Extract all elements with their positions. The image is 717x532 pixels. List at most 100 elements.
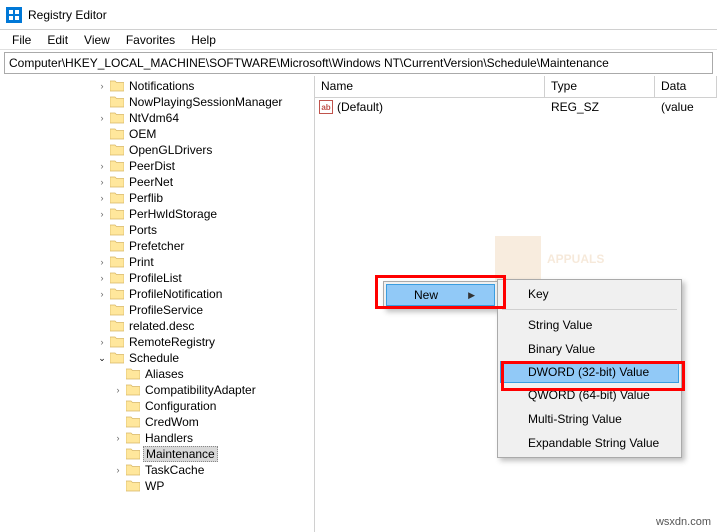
- submenu-binary[interactable]: Binary Value: [500, 337, 679, 361]
- submenu-multi[interactable]: Multi-String Value: [500, 407, 679, 431]
- tree-item-label: ProfileService: [127, 303, 205, 317]
- expander-icon[interactable]: ⌄: [96, 352, 108, 364]
- submenu-dword[interactable]: DWORD (32-bit) Value: [500, 361, 679, 383]
- submenu-key[interactable]: Key: [500, 282, 679, 306]
- tree-pane[interactable]: ›NotificationsNowPlayingSessionManager › N…: [0, 76, 315, 532]
- tree-item[interactable]: Aliases: [0, 366, 314, 382]
- tree-item[interactable]: ›Notifications: [0, 78, 314, 94]
- context-menu: New ▶ Key String Value Binary Value DWOR…: [383, 281, 498, 309]
- expander-icon: [96, 320, 108, 332]
- folder-icon: [110, 80, 124, 92]
- tree-item-label: NowPlayingSessionManager: [127, 95, 284, 109]
- tree-item[interactable]: CredWom: [0, 414, 314, 430]
- col-header-data[interactable]: Data: [655, 76, 717, 97]
- folder-icon: [110, 352, 124, 364]
- tree-item[interactable]: ⌄ Schedule: [0, 350, 314, 366]
- tree-item[interactable]: ›Handlers: [0, 430, 314, 446]
- submenu-qword[interactable]: QWORD (64-bit) Value: [500, 383, 679, 407]
- submenu-arrow-icon: ▶: [468, 290, 475, 301]
- expander-icon: [112, 480, 124, 492]
- expander-icon[interactable]: ›: [96, 176, 108, 188]
- tree-item-label: ProfileNotification: [127, 287, 224, 301]
- tree-item-label: CompatibilityAdapter: [143, 383, 258, 397]
- tree-item-label: Prefetcher: [127, 239, 186, 253]
- tree-item[interactable]: Ports: [0, 222, 314, 238]
- tree-item-label: NtVdm64: [127, 111, 181, 125]
- menu-help[interactable]: Help: [183, 31, 224, 49]
- submenu-expand[interactable]: Expandable String Value: [500, 431, 679, 455]
- expander-icon[interactable]: ›: [96, 80, 108, 92]
- menu-view[interactable]: View: [76, 31, 118, 49]
- tree-item-label: Schedule: [127, 351, 181, 365]
- values-pane[interactable]: APPUALS Name Type Data ab (Default) REG_…: [315, 76, 717, 532]
- tree-item-label: Configuration: [143, 399, 218, 413]
- string-value-icon: ab: [319, 100, 333, 114]
- tree-item[interactable]: ›RemoteRegistry: [0, 334, 314, 350]
- tree-item-label: TaskCache: [143, 463, 206, 477]
- expander-icon: [112, 368, 124, 380]
- menu-new-label: New: [414, 288, 438, 302]
- expander-icon[interactable]: ›: [96, 272, 108, 284]
- tree-item[interactable]: › NtVdm64: [0, 110, 314, 126]
- tree-item-label: related.desc: [127, 319, 196, 333]
- submenu-string[interactable]: String Value: [500, 313, 679, 337]
- expander-icon: [112, 448, 124, 460]
- expander-icon: [96, 144, 108, 156]
- value-data: (value: [655, 100, 717, 114]
- expander-icon[interactable]: ›: [96, 336, 108, 348]
- folder-icon: [110, 208, 124, 220]
- tree-item[interactable]: ProfileService: [0, 302, 314, 318]
- menubar: File Edit View Favorites Help: [0, 30, 717, 50]
- folder-icon: [110, 320, 124, 332]
- tree-item[interactable]: related.desc: [0, 318, 314, 334]
- expander-icon[interactable]: ›: [112, 464, 124, 476]
- tree-item[interactable]: › ProfileNotification: [0, 286, 314, 302]
- tree-item[interactable]: ›PerHwIdStorage: [0, 206, 314, 222]
- tree-item-label: Perflib: [127, 191, 165, 205]
- tree-item-label: OpenGLDrivers: [127, 143, 214, 157]
- tree-item-label: Aliases: [143, 367, 186, 381]
- folder-icon: [110, 304, 124, 316]
- tree-item[interactable]: NowPlayingSessionManager: [0, 94, 314, 110]
- tree-item[interactable]: › Perflib: [0, 190, 314, 206]
- expander-icon[interactable]: ›: [112, 384, 124, 396]
- menu-favorites[interactable]: Favorites: [118, 31, 183, 49]
- expander-icon[interactable]: ›: [96, 288, 108, 300]
- expander-icon[interactable]: ›: [96, 112, 108, 124]
- expander-icon[interactable]: ›: [96, 160, 108, 172]
- folder-icon: [110, 224, 124, 236]
- address-bar[interactable]: Computer\HKEY_LOCAL_MACHINE\SOFTWARE\Mic…: [4, 52, 713, 74]
- value-row[interactable]: ab (Default) REG_SZ (value: [315, 98, 717, 116]
- menu-new[interactable]: New ▶: [386, 284, 495, 306]
- expander-icon: [96, 304, 108, 316]
- tree-item[interactable]: ›PeerNet: [0, 174, 314, 190]
- tree-item[interactable]: ›Print: [0, 254, 314, 270]
- tree-item[interactable]: Prefetcher: [0, 238, 314, 254]
- expander-icon[interactable]: ›: [112, 432, 124, 444]
- tree-item[interactable]: Configuration: [0, 398, 314, 414]
- col-header-type[interactable]: Type: [545, 76, 655, 97]
- tree-item[interactable]: ›ProfileList: [0, 270, 314, 286]
- tree-item-label: PeerDist: [127, 159, 177, 173]
- expander-icon[interactable]: ›: [96, 256, 108, 268]
- tree-item[interactable]: › PeerDist: [0, 158, 314, 174]
- expander-icon: [96, 128, 108, 140]
- folder-icon: [126, 368, 140, 380]
- tree-item[interactable]: WP: [0, 478, 314, 494]
- expander-icon[interactable]: ›: [96, 192, 108, 204]
- folder-icon: [110, 128, 124, 140]
- tree-item[interactable]: › TaskCache: [0, 462, 314, 478]
- value-name: (Default): [337, 100, 383, 114]
- folder-icon: [126, 400, 140, 412]
- expander-icon[interactable]: ›: [96, 208, 108, 220]
- folder-icon: [126, 384, 140, 396]
- tree-item[interactable]: › CompatibilityAdapter: [0, 382, 314, 398]
- menu-file[interactable]: File: [4, 31, 39, 49]
- tree-item[interactable]: Maintenance: [0, 446, 314, 462]
- col-header-name[interactable]: Name: [315, 76, 545, 97]
- tree-item[interactable]: OEM: [0, 126, 314, 142]
- tree-item[interactable]: OpenGLDrivers: [0, 142, 314, 158]
- window-title: Registry Editor: [28, 8, 107, 22]
- menu-edit[interactable]: Edit: [39, 31, 76, 49]
- folder-icon: [110, 144, 124, 156]
